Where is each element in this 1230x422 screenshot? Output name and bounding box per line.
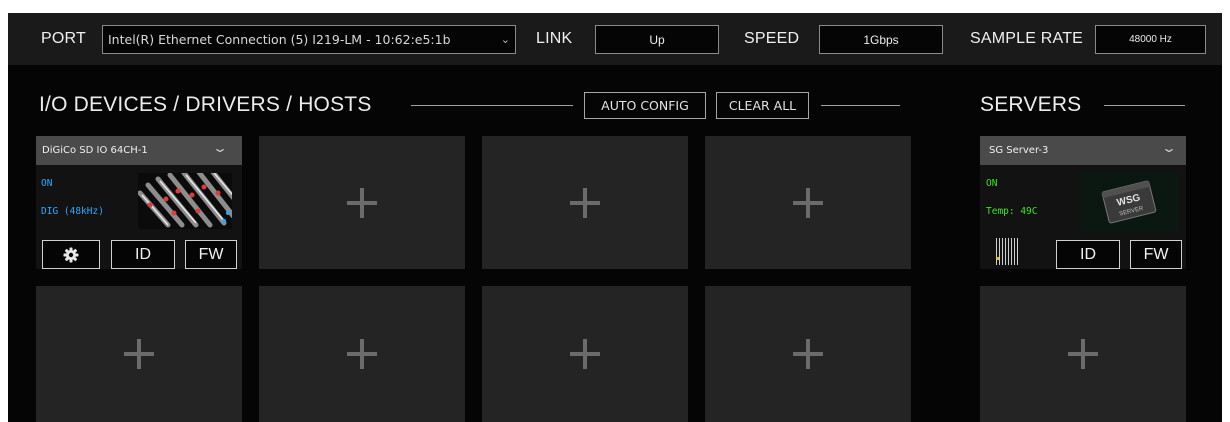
clear-all-label: CLEAR ALL: [728, 98, 797, 113]
server-fw-label: FW: [1143, 245, 1169, 263]
app-window: PORT Intel(R) Ethernet Connection (5) I2…: [8, 13, 1222, 422]
sample-rate-field: 48000 Hz: [1095, 25, 1206, 54]
port-select-value: Intel(R) Ethernet Connection (5) I219-LM…: [108, 32, 451, 47]
server-thumbnail: WSG SERVER: [1080, 171, 1179, 233]
server-image: WSG SERVER: [1080, 171, 1179, 233]
plus-icon: [570, 187, 600, 218]
chevron-down-icon: ⌄: [1160, 141, 1178, 155]
clear-all-button[interactable]: CLEAR ALL: [716, 92, 809, 119]
plus-icon: [793, 339, 823, 369]
speed-value: 1Gbps: [863, 32, 899, 47]
chevron-down-icon: ⌄: [211, 141, 229, 155]
add-io-device-slot[interactable]: [259, 136, 465, 269]
chevron-down-icon: ⌄: [500, 33, 510, 46]
plus-icon: [570, 339, 600, 369]
add-io-device-slot[interactable]: [482, 286, 688, 422]
io-device-selector[interactable]: DiGiCo SD IO 64CH-1 ⌄: [36, 136, 242, 165]
plus-icon: [347, 187, 377, 218]
io-device-mode: DIG (48kHz): [41, 206, 104, 217]
server-temperature: Temp: 49C: [986, 206, 1038, 217]
server-status: ON: [986, 178, 998, 189]
add-io-device-slot[interactable]: [259, 286, 465, 422]
server-id-label: ID: [1080, 245, 1096, 263]
gear-icon: [63, 247, 79, 262]
server-fw-button[interactable]: FW: [1130, 240, 1182, 269]
add-io-device-slot[interactable]: [705, 286, 911, 422]
io-device-id-label: ID: [135, 245, 151, 263]
divider-line: [411, 105, 573, 106]
port-select[interactable]: Intel(R) Ethernet Connection (5) I219-LM…: [102, 25, 516, 54]
server-card: SG Server-3 ⌄ ON Temp: 49C WSG SERVER ID…: [980, 136, 1186, 269]
network-bar: PORT Intel(R) Ethernet Connection (5) I2…: [8, 13, 1222, 65]
servers-section-title: SERVERS: [980, 93, 1082, 116]
plus-icon: [1068, 339, 1098, 369]
add-io-device-slot[interactable]: [36, 286, 242, 422]
io-device-thumbnail: [138, 173, 232, 229]
plus-icon: [347, 339, 377, 369]
port-label: PORT: [41, 30, 86, 47]
io-device-fw-label: FW: [198, 245, 224, 263]
divider-line: [1104, 105, 1185, 106]
io-device-settings-button[interactable]: [42, 240, 100, 269]
io-section-title: I/O DEVICES / DRIVERS / HOSTS: [39, 93, 372, 116]
io-device-status: ON: [41, 178, 53, 189]
auto-config-label: AUTO CONFIG: [601, 98, 689, 113]
auto-config-button[interactable]: AUTO CONFIG: [584, 92, 706, 119]
server-name: SG Server-3: [989, 145, 1049, 156]
io-device-image: [138, 173, 232, 229]
plus-icon: [124, 339, 154, 369]
server-selector[interactable]: SG Server-3 ⌄: [980, 136, 1186, 165]
sample-rate-value: 48000 Hz: [1129, 34, 1172, 45]
add-io-device-slot[interactable]: [705, 136, 911, 269]
link-status-field: Up: [595, 25, 719, 54]
add-server-slot[interactable]: [980, 286, 1186, 422]
io-device-fw-button[interactable]: FW: [185, 240, 237, 269]
link-label: LINK: [536, 30, 573, 47]
add-io-device-slot[interactable]: [482, 136, 688, 269]
plus-icon: [793, 187, 823, 218]
io-device-name: DiGiCo SD IO 64CH-1: [42, 145, 148, 156]
link-status-value: Up: [649, 32, 665, 47]
speed-field: 1Gbps: [819, 25, 943, 54]
server-id-button[interactable]: ID: [1056, 240, 1120, 269]
io-device-card: DiGiCo SD IO 64CH-1 ⌄ ON DIG (48kHz) ID …: [36, 136, 242, 269]
sample-rate-label: SAMPLE RATE: [970, 30, 1084, 47]
divider-line: [821, 105, 900, 106]
speed-label: SPEED: [744, 30, 800, 47]
io-device-id-button[interactable]: ID: [111, 240, 175, 269]
